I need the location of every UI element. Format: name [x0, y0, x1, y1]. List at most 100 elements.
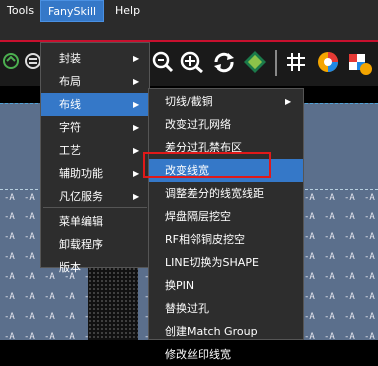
menu1-item-2[interactable]: 布线 ▶	[41, 93, 149, 116]
menu2-item-4[interactable]: 调整差分的线宽线距	[149, 182, 303, 205]
pin-label: -A	[344, 252, 355, 262]
menu-fanyskill[interactable]: FanySkill	[40, 0, 105, 22]
pin-label: -A	[304, 292, 315, 302]
pin-label: -A	[4, 332, 15, 342]
pin-label: -A	[44, 312, 55, 322]
circle-tool-icon[interactable]	[2, 52, 20, 70]
menu1-item-label: 辅助功能	[59, 167, 103, 180]
menu2-item-label: 调整差分的线宽线距	[165, 187, 264, 200]
pin-label: -A	[304, 332, 315, 342]
pin-label: -A	[4, 193, 15, 203]
menu1-item-6[interactable]: 凡亿服务 ▶	[41, 185, 149, 208]
menu1-item-5[interactable]: 辅助功能 ▶	[41, 162, 149, 185]
menu2-item-label: 切线/截铜	[165, 95, 213, 108]
menu1-item-label: 封装	[59, 52, 81, 65]
menu1-item-0[interactable]: 封装 ▶	[41, 47, 149, 70]
pin-label: -A	[24, 232, 35, 242]
pin-label: -A	[304, 232, 315, 242]
pin-label: -A	[324, 332, 335, 342]
pin-label: -A	[324, 292, 335, 302]
pin-label: -A	[24, 272, 35, 282]
pin-label: -A	[304, 272, 315, 282]
menu2-item-label: 改变过孔网络	[165, 118, 231, 131]
menu2-item-label: RF相邻铜皮挖空	[165, 233, 245, 246]
menu1-item-4[interactable]: 工艺 ▶	[41, 139, 149, 162]
menu1-item-label: 布局	[59, 75, 81, 88]
pin-label: -A	[344, 292, 355, 302]
chevron-right-icon: ▶	[133, 192, 140, 201]
chevron-right-icon: ▶	[133, 123, 140, 132]
menu-tools[interactable]: Tools	[0, 0, 41, 22]
refresh-icon[interactable]	[212, 51, 236, 73]
pin-label: -A	[324, 193, 335, 203]
menu2-item-5[interactable]: 焊盘隔层挖空	[149, 205, 303, 228]
pin-label: -A	[4, 292, 15, 302]
color-settings-icon[interactable]	[347, 50, 373, 76]
menu1-item-1[interactable]: 布局 ▶	[41, 70, 149, 93]
chevron-right-icon: ▶	[285, 97, 292, 106]
pin-label: -A	[304, 193, 315, 203]
pin-label: -A	[4, 232, 15, 242]
pin-label: -A	[364, 272, 375, 282]
pin-label: -A	[364, 292, 375, 302]
pin-label: -A	[364, 193, 375, 203]
menu2-item-8[interactable]: 换PIN	[149, 274, 303, 297]
menu2-item-11[interactable]: 修改丝印线宽	[149, 343, 303, 366]
menu1-item-3[interactable]: 字符 ▶	[41, 116, 149, 139]
pin-label: -A	[44, 332, 55, 342]
pin-label: -A	[24, 193, 35, 203]
pin-label: -A	[344, 272, 355, 282]
pin-label: -A	[364, 332, 375, 342]
pin-label: -A	[364, 252, 375, 262]
fanyskill-menu: 封装 ▶ 布局 ▶ 布线 ▶ 字符 ▶ 工艺 ▶ 辅助功能 ▶ 凡亿服务 ▶ 菜单编辑 卸载程序 版本	[40, 42, 150, 274]
menubar-spacer	[0, 22, 378, 40]
menu2-item-label: 换PIN	[165, 279, 195, 292]
menu-help[interactable]: Help	[108, 0, 147, 22]
pin-label: -A	[344, 212, 355, 222]
pin-label: -A	[64, 332, 75, 342]
pin-label: -A	[344, 232, 355, 242]
pin-label: -A	[324, 272, 335, 282]
pin-label: -A	[304, 212, 315, 222]
chevron-right-icon: ▶	[133, 169, 140, 178]
routing-submenu: 切线/截铜 ▶ 改变过孔网络 差分过孔禁布区 改变线宽 调整差分的线宽线距 焊盘隔层挖空 RF…	[148, 88, 304, 361]
pin-label: -A	[24, 252, 35, 262]
chevron-right-icon: ▶	[133, 54, 140, 63]
menu1-item-label: 菜单编辑	[59, 215, 103, 228]
pin-label: -A	[344, 193, 355, 203]
pin-label: -A	[364, 232, 375, 242]
toolbar-separator	[275, 50, 277, 76]
zoom-in-icon[interactable]	[180, 51, 204, 73]
pin-label: -A	[24, 312, 35, 322]
pin-label: -A	[324, 232, 335, 242]
pin-label: -A	[364, 312, 375, 322]
menu1-item-8[interactable]: 卸载程序	[41, 233, 149, 256]
menu2-item-1[interactable]: 改变过孔网络	[149, 113, 303, 136]
menu2-item-7[interactable]: LINE切换为SHAPE	[149, 251, 303, 274]
color-palette-icon[interactable]	[316, 50, 340, 74]
menu1-item-7[interactable]: 菜单编辑	[41, 210, 149, 233]
pin-label: -A	[304, 252, 315, 262]
menu2-item-9[interactable]: 替换过孔	[149, 297, 303, 320]
pin-label: -A	[364, 212, 375, 222]
menu-separator	[43, 207, 147, 208]
zoom-fit-icon[interactable]	[152, 51, 174, 73]
menu2-item-0[interactable]: 切线/截铜 ▶	[149, 90, 303, 113]
menu2-item-label: 修改丝印线宽	[165, 348, 231, 361]
pin-label: -A	[44, 292, 55, 302]
grid-icon[interactable]	[285, 51, 307, 73]
menu1-item-label: 版本	[59, 261, 81, 274]
pin-label: -A	[324, 252, 335, 262]
menu2-item-6[interactable]: RF相邻铜皮挖空	[149, 228, 303, 251]
pin-label: -A	[304, 312, 315, 322]
chevron-right-icon: ▶	[133, 77, 140, 86]
menu1-item-label: 布线	[59, 98, 81, 111]
menu1-item-9[interactable]: 版本	[41, 256, 149, 279]
menu1-item-label: 字符	[59, 121, 81, 134]
menu1-item-label: 工艺	[59, 144, 81, 157]
chevron-right-icon: ▶	[133, 146, 140, 155]
chip-icon[interactable]	[243, 50, 267, 74]
pin-label: -A	[4, 272, 15, 282]
pin-label: -A	[4, 252, 15, 262]
pin-label: -A	[324, 212, 335, 222]
